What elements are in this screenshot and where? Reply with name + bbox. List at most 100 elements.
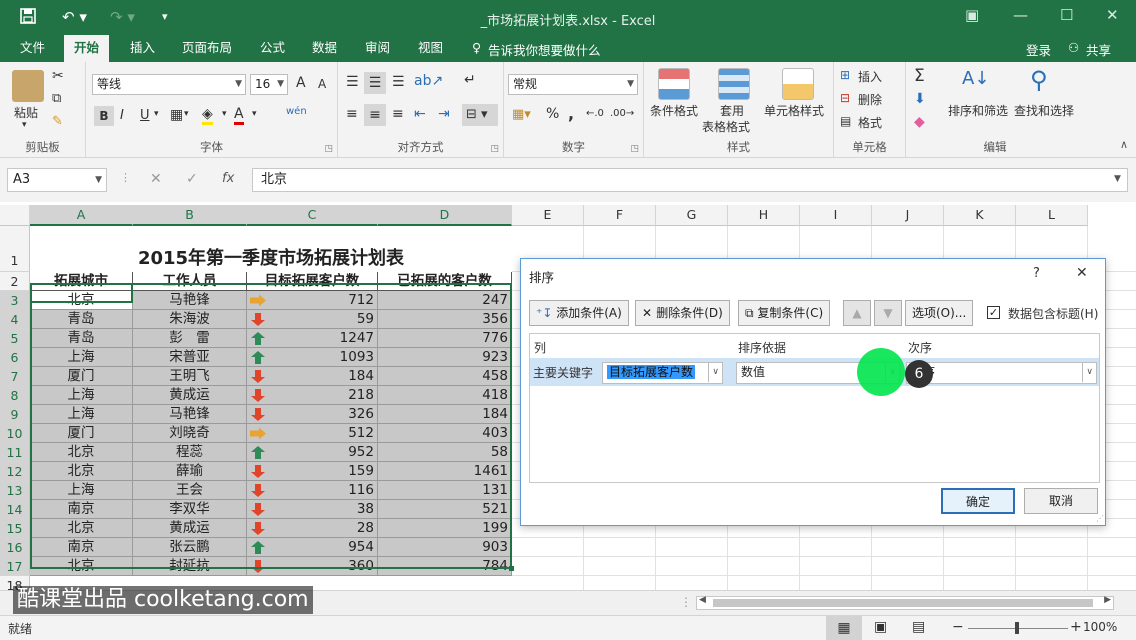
cell-target[interactable]: 512: [247, 424, 378, 443]
normal-view-icon[interactable]: ▦: [826, 616, 862, 640]
sort-filter-icon[interactable]: A↓: [962, 68, 989, 89]
cell-target[interactable]: 360: [247, 557, 378, 576]
tab-home[interactable]: 开始: [64, 35, 110, 62]
cell-done[interactable]: 403: [378, 424, 512, 443]
expand-formula-icon[interactable]: ▼: [1114, 174, 1121, 184]
column-header-H[interactable]: H: [728, 205, 800, 226]
cell-done[interactable]: 521: [378, 500, 512, 519]
cell-done[interactable]: 418: [378, 386, 512, 405]
cell-target[interactable]: 116: [247, 481, 378, 500]
tab-formulas[interactable]: 公式: [250, 35, 295, 62]
zoom-out-button[interactable]: −: [952, 619, 964, 635]
cell-city[interactable]: 厦门: [30, 424, 133, 443]
column-header-J[interactable]: J: [872, 205, 944, 226]
clear-icon[interactable]: ◆: [914, 114, 925, 130]
cancel-entry-icon[interactable]: ✕: [150, 171, 162, 187]
font-name-combo[interactable]: 等线 ▼: [92, 74, 246, 95]
help-button[interactable]: ?: [1033, 266, 1040, 281]
align-middle-icon[interactable]: ☰: [364, 72, 386, 94]
zoom-level[interactable]: 100%: [1083, 620, 1117, 634]
cell-person[interactable]: 张云鹏: [133, 538, 247, 557]
cell-done[interactable]: 199: [378, 519, 512, 538]
insert-function-button[interactable]: fx: [222, 171, 234, 186]
comma-button[interactable]: ,: [568, 104, 574, 123]
bold-button[interactable]: B: [94, 106, 114, 126]
merge-center-icon[interactable]: ⊟ ▾: [462, 104, 498, 126]
row-header[interactable]: 5: [0, 329, 30, 348]
delete-level-button[interactable]: ✕ 删除条件(D): [635, 300, 730, 326]
cell-target[interactable]: 712: [247, 291, 378, 310]
orientation-icon[interactable]: ab↗: [414, 73, 443, 89]
cell-done[interactable]: 184: [378, 405, 512, 424]
cell-person[interactable]: 黄成运: [133, 519, 247, 538]
cell-target[interactable]: 952: [247, 443, 378, 462]
cell-done[interactable]: 356: [378, 310, 512, 329]
name-box[interactable]: A3 ▼: [7, 168, 107, 192]
align-right-icon[interactable]: ≡: [392, 106, 404, 122]
cell-person[interactable]: 王明飞: [133, 367, 247, 386]
tab-split-icon[interactable]: ⋮: [680, 595, 692, 609]
cell-done[interactable]: 776: [378, 329, 512, 348]
page-break-view-icon[interactable]: ▤: [912, 619, 925, 635]
row-header[interactable]: 10: [0, 424, 30, 443]
cell-city[interactable]: 北京: [30, 291, 133, 310]
column-header-C[interactable]: C: [247, 205, 378, 226]
conditional-format-icon[interactable]: [658, 68, 690, 100]
tab-data[interactable]: 数据: [302, 35, 347, 62]
currency-icon[interactable]: ▦▾: [512, 107, 531, 122]
cell-done[interactable]: 458: [378, 367, 512, 386]
collapse-ribbon-icon[interactable]: ∧: [1120, 138, 1128, 151]
borders-icon[interactable]: ▦: [170, 107, 183, 123]
insert-cells-button[interactable]: 插入: [858, 68, 882, 85]
zoom-in-button[interactable]: +: [1070, 619, 1082, 635]
copy-icon[interactable]: ⧉: [52, 91, 61, 106]
delete-cells-icon[interactable]: ⊟: [840, 91, 850, 105]
launcher-icon[interactable]: ◳: [324, 144, 333, 154]
scrollbar-thumb[interactable]: [713, 599, 1093, 607]
align-top-icon[interactable]: ☰: [346, 74, 359, 90]
delete-cells-button[interactable]: 删除: [858, 91, 882, 108]
row-header[interactable]: 17: [0, 557, 30, 576]
row-header[interactable]: 9: [0, 405, 30, 424]
cell-city[interactable]: 青岛: [30, 310, 133, 329]
cell-target[interactable]: 1247: [247, 329, 378, 348]
cell-city[interactable]: 上海: [30, 481, 133, 500]
tab-review[interactable]: 审阅: [355, 35, 400, 62]
cell-city[interactable]: 青岛: [30, 329, 133, 348]
cell-target[interactable]: 954: [247, 538, 378, 557]
cell-person[interactable]: 李双华: [133, 500, 247, 519]
ok-button[interactable]: 确定: [941, 488, 1015, 514]
fill-handle[interactable]: [509, 566, 514, 571]
cell-city[interactable]: 北京: [30, 519, 133, 538]
cell-target[interactable]: 184: [247, 367, 378, 386]
cell-styles-button[interactable]: 单元格样式: [764, 102, 824, 119]
cell-city[interactable]: 北京: [30, 443, 133, 462]
header-person[interactable]: 工作人员: [133, 272, 247, 291]
column-header-B[interactable]: B: [133, 205, 247, 226]
row-header[interactable]: 1: [0, 226, 30, 272]
maximize-icon[interactable]: ☐: [1060, 6, 1073, 24]
tab-file[interactable]: 文件: [10, 35, 55, 62]
cell-city[interactable]: 北京: [30, 557, 133, 576]
cell-target[interactable]: 326: [247, 405, 378, 424]
page-layout-view-icon[interactable]: ▣: [874, 619, 887, 635]
launcher-icon[interactable]: ◳: [630, 144, 639, 154]
phonetic-guide-button[interactable]: wén: [286, 106, 307, 117]
cell-done[interactable]: 131: [378, 481, 512, 500]
format-as-table-button[interactable]: 表格格式: [702, 118, 750, 135]
scroll-right-icon[interactable]: ▶: [1104, 595, 1111, 605]
cell-city[interactable]: 南京: [30, 500, 133, 519]
cell-person[interactable]: 马艳锋: [133, 405, 247, 424]
share-button[interactable]: 共享: [1086, 40, 1111, 59]
cell-person[interactable]: 封延抗: [133, 557, 247, 576]
header-city[interactable]: 拓展城市: [30, 272, 133, 291]
order-select[interactable]: 升序 ∨: [906, 362, 1097, 384]
column-header-K[interactable]: K: [944, 205, 1016, 226]
font-color-icon[interactable]: A: [234, 106, 244, 125]
tab-page-layout[interactable]: 页面布局: [172, 35, 242, 62]
cell-done[interactable]: 1461: [378, 462, 512, 481]
format-as-table-icon[interactable]: [718, 68, 750, 100]
cell-done[interactable]: 58: [378, 443, 512, 462]
row-header[interactable]: 4: [0, 310, 30, 329]
column-header-I[interactable]: I: [800, 205, 872, 226]
